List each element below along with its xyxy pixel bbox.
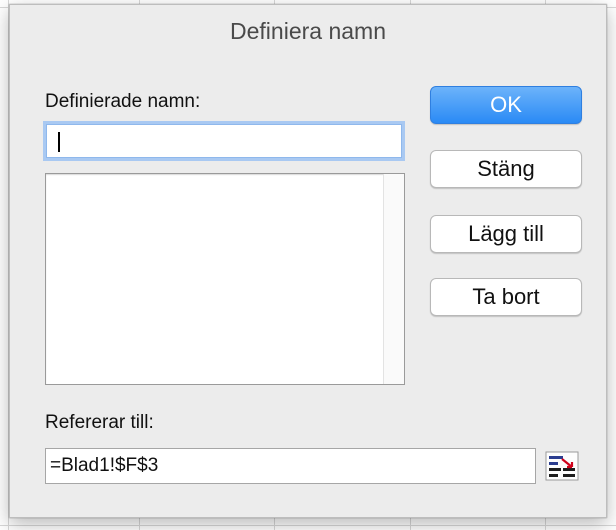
defined-names-list[interactable] xyxy=(45,173,405,385)
ok-button[interactable]: OK xyxy=(430,86,582,124)
define-name-dialog: Definiera namn Definierade namn: OK Stän… xyxy=(9,4,607,518)
delete-button[interactable]: Ta bort xyxy=(430,278,582,316)
text-caret xyxy=(58,132,60,152)
refers-to-label: Refererar till: xyxy=(45,412,154,433)
add-button[interactable]: Lägg till xyxy=(430,215,582,253)
refers-to-field[interactable]: =Blad1!$F$3 xyxy=(45,448,536,484)
grid-row-line xyxy=(0,525,616,526)
name-input[interactable] xyxy=(46,124,402,158)
list-scrollbar[interactable] xyxy=(383,174,404,384)
collapse-range-icon[interactable] xyxy=(545,451,579,481)
defined-names-label: Definierade namn: xyxy=(45,91,201,112)
close-button[interactable]: Stäng xyxy=(430,150,582,188)
dialog-title: Definiera namn xyxy=(230,18,386,44)
